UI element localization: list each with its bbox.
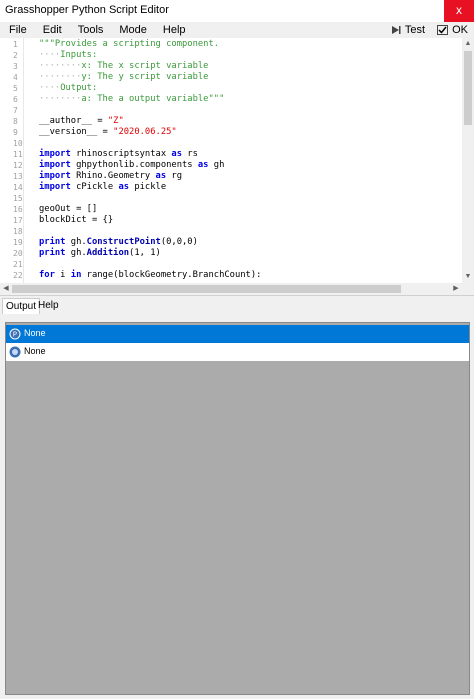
- line-number: 20: [13, 249, 23, 258]
- line-number: 22: [13, 271, 23, 280]
- code-line[interactable]: 14 import cPickle as pickle: [0, 182, 462, 193]
- title-bar: Grasshopper Python Script Editor x: [0, 0, 474, 22]
- line-number: 4: [13, 73, 18, 82]
- code-text: __author__ = "Z": [39, 116, 124, 126]
- horizontal-scroll-thumb[interactable]: [12, 285, 401, 293]
- code-text: import rhinoscriptsyntax as rs: [39, 149, 198, 159]
- code-editor[interactable]: 1 """Provides a scripting component. 2 ····…: [0, 38, 474, 283]
- scroll-left-icon[interactable]: ◀: [0, 283, 12, 295]
- code-line[interactable]: 9 __version__ = "2020.06.25": [0, 127, 462, 138]
- code-line[interactable]: 13 import Rhino.Geometry as rg: [0, 171, 462, 182]
- code-text: import Rhino.Geometry as rg: [39, 171, 183, 181]
- scroll-up-icon[interactable]: ▲: [462, 38, 474, 50]
- output-row[interactable]: P None: [6, 325, 469, 343]
- line-number: 1: [13, 40, 18, 49]
- line-number: 3: [13, 62, 18, 71]
- tab-bar: Output Help: [0, 298, 474, 314]
- code-line[interactable]: 4 ········y: The y script variable: [0, 72, 462, 83]
- line-number: 5: [13, 84, 18, 93]
- window-title: Grasshopper Python Script Editor: [5, 4, 169, 16]
- code-text: ········a: The a output variable""": [39, 94, 225, 104]
- close-button[interactable]: x: [444, 0, 474, 22]
- code-line[interactable]: 18: [0, 226, 462, 237]
- python-icon: [9, 346, 21, 358]
- code-line[interactable]: 17 blockDict = {}: [0, 215, 462, 226]
- svg-text:P: P: [13, 331, 17, 339]
- code-text: blockDict = {}: [39, 215, 114, 225]
- line-number: 13: [13, 172, 23, 181]
- vertical-scroll-thumb[interactable]: [464, 51, 472, 125]
- code-line[interactable]: 16 geoOut = []: [0, 204, 462, 215]
- python-icon: P: [9, 328, 21, 340]
- code-line[interactable]: 8 __author__ = "Z": [0, 116, 462, 127]
- code-text: print gh.ConstructPoint(0,0,0): [39, 237, 198, 247]
- horizontal-scrollbar[interactable]: ◀ ▶: [0, 283, 462, 295]
- code-text: ········x: The x script variable: [39, 61, 209, 71]
- ok-button[interactable]: OK: [431, 24, 474, 36]
- line-number: 17: [13, 216, 23, 225]
- code-text: ····Inputs:: [39, 50, 98, 60]
- code-line[interactable]: 11 import rhinoscriptsyntax as rs: [0, 149, 462, 160]
- line-number: 11: [13, 150, 23, 159]
- scroll-right-icon[interactable]: ▶: [450, 283, 462, 295]
- menu-tools[interactable]: Tools: [69, 22, 111, 38]
- line-number: 8: [13, 117, 18, 126]
- line-number: 10: [13, 139, 23, 148]
- code-text: geoOut = []: [39, 204, 98, 214]
- line-number: 7: [13, 106, 18, 115]
- test-button[interactable]: Test: [385, 24, 431, 36]
- code-line[interactable]: 20 print gh.Addition(1, 1): [0, 248, 462, 259]
- code-line[interactable]: 5 ····Output:: [0, 83, 462, 94]
- line-number: 6: [13, 95, 18, 104]
- line-number: 15: [13, 194, 23, 203]
- menu-file[interactable]: File: [0, 22, 34, 38]
- output-panel: P None None: [5, 322, 470, 695]
- code-text: for i in range(blockGeometry.BranchCount…: [39, 270, 262, 280]
- ok-label: OK: [452, 24, 468, 36]
- code-line[interactable]: 1 """Provides a scripting component.: [0, 39, 462, 50]
- tab-help[interactable]: Help: [35, 298, 62, 313]
- line-number: 12: [13, 161, 23, 170]
- code-line[interactable]: 22 for i in range(blockGeometry.BranchCou…: [0, 270, 462, 281]
- vertical-scrollbar[interactable]: ▲ ▼: [462, 38, 474, 283]
- menu-mode[interactable]: Mode: [110, 22, 154, 38]
- code-line[interactable]: 15: [0, 193, 462, 204]
- code-text: """Provides a scripting component.: [39, 39, 220, 49]
- line-number: 18: [13, 227, 23, 236]
- test-label: Test: [404, 24, 426, 36]
- line-number: 19: [13, 238, 23, 247]
- code-line[interactable]: 3 ········x: The x script variable: [0, 61, 462, 72]
- line-number: 21: [13, 260, 23, 269]
- line-number: 9: [13, 128, 18, 137]
- menu-help[interactable]: Help: [154, 22, 193, 38]
- menu-bar: File Edit Tools Mode Help Test OK: [0, 22, 474, 38]
- code-text: import ghpythonlib.components as gh: [39, 160, 225, 170]
- code-line[interactable]: 21: [0, 259, 462, 270]
- code-line[interactable]: 10: [0, 138, 462, 149]
- code-text: print gh.Addition(1, 1): [39, 248, 161, 258]
- code-line[interactable]: 19 print gh.ConstructPoint(0,0,0): [0, 237, 462, 248]
- code-line[interactable]: 2 ····Inputs:: [0, 50, 462, 61]
- scroll-down-icon[interactable]: ▼: [462, 271, 474, 283]
- code-text: ····Output:: [39, 83, 98, 93]
- output-value: None: [24, 346, 46, 356]
- line-number: 16: [13, 205, 23, 214]
- code-line[interactable]: 12 import ghpythonlib.components as gh: [0, 160, 462, 171]
- play-icon: [391, 26, 401, 34]
- code-line[interactable]: 6 ········a: The a output variable""": [0, 94, 462, 105]
- code-text: ········y: The y script variable: [39, 72, 209, 82]
- checkmark-icon: [437, 25, 449, 35]
- code-line[interactable]: 7: [0, 105, 462, 116]
- scrollbar-corner: [462, 283, 474, 295]
- output-value: None: [24, 328, 46, 338]
- menu-edit[interactable]: Edit: [34, 22, 69, 38]
- code-text: import cPickle as pickle: [39, 182, 167, 192]
- line-number: 2: [13, 51, 18, 60]
- output-row[interactable]: None: [6, 343, 469, 361]
- code-text: __version__ = "2020.06.25": [39, 127, 177, 137]
- line-number: 14: [13, 183, 23, 192]
